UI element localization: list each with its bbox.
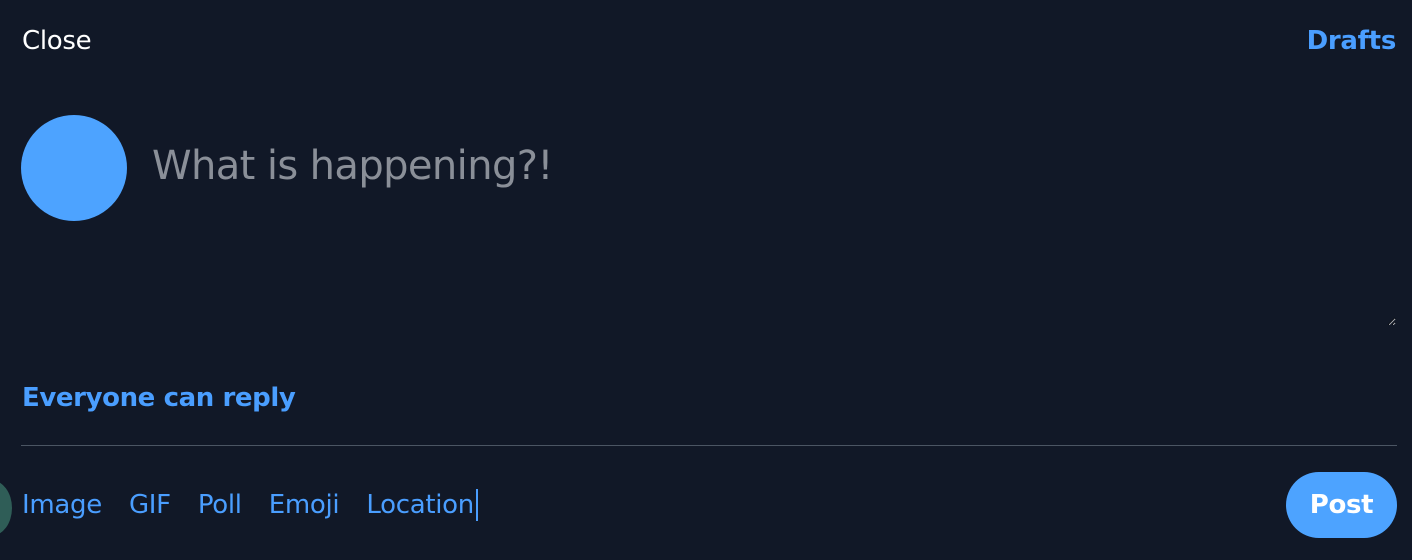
gif-button[interactable]: GIF: [129, 488, 171, 522]
compose-input[interactable]: [152, 138, 1396, 326]
floating-widget[interactable]: [0, 480, 12, 536]
drafts-button[interactable]: Drafts: [1307, 24, 1397, 58]
divider: [21, 445, 1397, 446]
emoji-button[interactable]: Emoji: [269, 488, 340, 522]
poll-button[interactable]: Poll: [198, 488, 242, 522]
image-button[interactable]: Image: [22, 488, 102, 522]
text-cursor: [475, 489, 478, 521]
reply-setting-button[interactable]: Everyone can reply: [22, 381, 296, 415]
compose-toolbar: Image GIF Poll Emoji Location: [22, 487, 478, 523]
location-button[interactable]: Location: [366, 488, 474, 522]
close-button[interactable]: Close: [22, 24, 92, 58]
post-button[interactable]: Post: [1286, 472, 1397, 538]
avatar: [21, 115, 127, 221]
